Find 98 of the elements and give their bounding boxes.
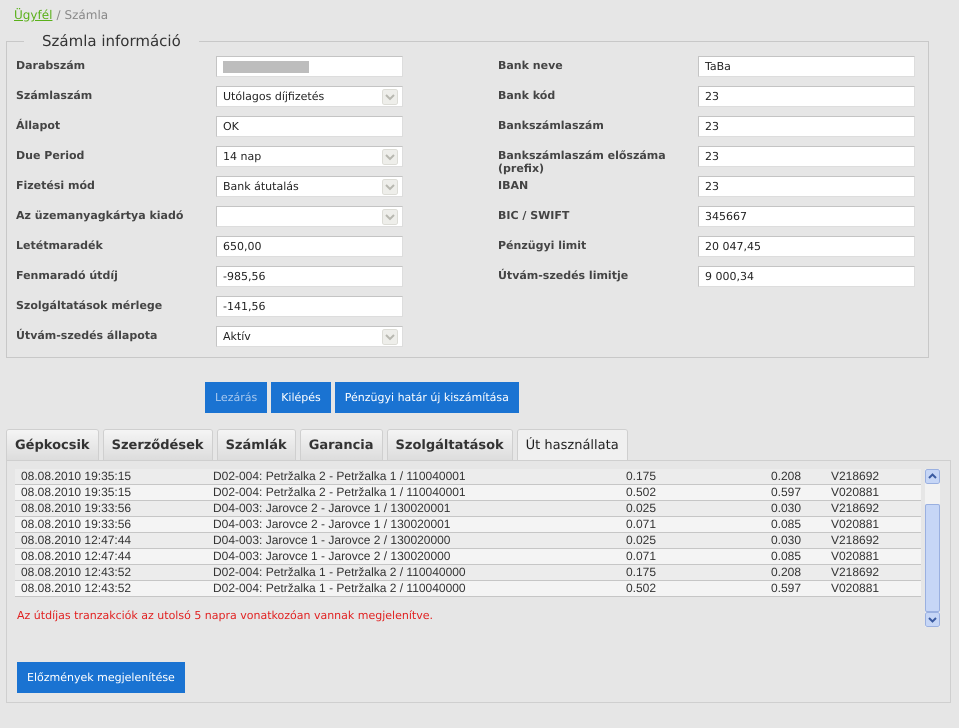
field-label: Bank kód [498,88,556,102]
field-label: Pénzügyi limit [498,238,588,252]
tab[interactable]: Szolgáltatások [386,429,513,460]
input-field[interactable]: 23 [698,116,915,137]
table-cell-text: 0.502 [626,581,658,596]
table-cell-text: D02-004: Petržalka 1 - Petržalka 2 / 110040000 [213,581,467,596]
table-cell-text: 0.025 [626,501,658,516]
notice-text: Az útdíjas tranzakciók az utolsó 5 napra vonatkozóan vannak megjelenítve. [17,609,434,622]
table-cell-text: 0.208 [771,469,802,484]
table-cell-text: D04-003: Jarovce 1 - Jarovce 2 / 130020000 [213,533,452,548]
table-cell-text: 08.08.2010 19:33:56 [20,517,132,532]
table-cell-text: D02-004: Petržalka 2 - Petržalka 1 / 110040001 [213,485,467,500]
caret-icon [382,88,398,104]
table-cell-text: 0.085 [771,517,802,532]
table-cell-text: 0.597 [771,485,802,500]
scroll-up-icon[interactable] [925,469,940,484]
field-label: Fizetési mód [16,178,96,192]
scroll-down-icon[interactable] [925,612,940,627]
field-label: Számlaszám [16,88,94,102]
dropdown-field[interactable] [216,206,403,227]
table-cell-text: 0.030 [771,533,802,548]
table-cell-text: 0.071 [626,549,658,564]
dropdown-field[interactable]: Bank átutalás [216,176,403,197]
tab[interactable]: Szerződések [102,429,213,460]
field-label: Szolgáltatások mérlege [16,298,164,312]
field-label: Útvám-szedés állapota [16,328,158,342]
input-field[interactable] [216,56,403,77]
field-label: Állapot [16,118,62,132]
table-cell-text: 08.08.2010 12:47:44 [20,549,132,564]
input-field[interactable]: -985,56 [216,266,403,287]
table-cell-text: 0.071 [626,517,658,532]
field-label: IBAN [498,178,530,192]
table-cell-text: V020881 [831,517,880,532]
tab[interactable]: Garancia [300,429,383,460]
table-cell-text: V218692 [831,469,880,484]
tab[interactable]: Út használlata [516,429,628,460]
table-cell-text: D02-004: Petržalka 2 - Petržalka 1 / 110040001 [213,469,467,484]
action-button[interactable]: Pénzügyi határ új kiszámítása [334,382,519,413]
input-field[interactable]: 345667 [698,206,915,227]
tab[interactable]: Számlák [216,429,296,460]
field-label: Due Period [16,148,86,162]
table-cell-text: 0.085 [771,549,802,564]
breadcrumb-current: Számla [64,8,108,24]
input-field[interactable]: 23 [698,146,915,167]
dropdown-field[interactable]: Utólagos díjfizetés [216,86,403,107]
table-cell-text: 0.025 [626,533,658,548]
breadcrumb-separator: / [56,8,60,24]
table-cell-text: 08.08.2010 19:35:15 [20,485,132,500]
table-cell-text: D04-003: Jarovce 2 - Jarovce 1 / 130020001 [213,517,452,532]
table-cell-text: D04-003: Jarovce 1 - Jarovce 2 / 130020000 [213,549,452,564]
caret-icon [382,328,398,344]
caret-icon [382,148,398,164]
input-field[interactable]: 20 047,45 [698,236,915,257]
table-cell-text: 08.08.2010 12:43:52 [20,581,132,596]
dropdown-field[interactable]: 14 nap [216,146,403,167]
caret-icon [382,178,398,194]
table-cell-text: 08.08.2010 12:47:44 [20,533,132,548]
table-cell-text: 0.175 [626,565,658,580]
table-cell-text: 0.175 [626,469,658,484]
input-field[interactable]: 650,00 [216,236,403,257]
table-cell-text: V218692 [831,565,880,580]
input-field[interactable]: TaBa [698,56,915,77]
table-cell-text: V218692 [831,533,880,548]
table-cell-text: V020881 [831,549,880,564]
table-cell-text: V020881 [831,581,880,596]
table-cell-text: V218692 [831,501,880,516]
table-cell-text: 08.08.2010 19:33:56 [20,501,132,516]
table-cell-text: 08.08.2010 19:35:15 [20,469,132,484]
table-cell-text: 08.08.2010 12:43:52 [20,565,132,580]
field-label: Letétmaradék [16,238,104,252]
panel-title: Számla információ [41,32,182,50]
table-cell-text: V020881 [831,485,880,500]
field-label: Az üzemanyagkártya kiadó [16,208,184,222]
field-label: Bankszámlaszám előszáma (prefix) [498,148,667,175]
dropdown-field[interactable]: Aktív [216,326,403,347]
action-button[interactable]: Kilépés [271,382,331,413]
input-field[interactable]: OK [216,116,403,137]
field-label: Fenmaradó útdíj [16,268,119,282]
table-cell-text: 0.208 [771,565,802,580]
input-field[interactable]: 9 000,34 [698,266,915,287]
history-button[interactable]: Előzmények megjelenítése [17,662,185,693]
table-cell-text: 0.502 [626,485,658,500]
input-field[interactable]: -141,56 [216,296,403,317]
table-cell-text: 0.597 [771,581,802,596]
field-label: Bank neve [498,58,564,72]
scrollbar[interactable] [925,469,940,627]
scroll-thumb[interactable] [925,504,940,612]
tab[interactable]: Gépkocsik [6,429,99,460]
table-cell-text: 0.030 [771,501,802,516]
field-label: Bankszámlaszám [498,118,605,132]
caret-icon [382,208,398,224]
input-field[interactable]: 23 [698,86,915,107]
input-field[interactable]: 23 [698,176,915,197]
field-label: BIC / SWIFT [498,208,570,222]
field-label: Darabszám [16,58,86,72]
table-cell-text: D04-003: Jarovce 2 - Jarovce 1 / 130020001 [213,501,452,516]
table-cell-text: D02-004: Petržalka 1 - Petržalka 2 / 110040000 [213,565,467,580]
field-label: Útvám-szedés limitje [498,268,630,282]
